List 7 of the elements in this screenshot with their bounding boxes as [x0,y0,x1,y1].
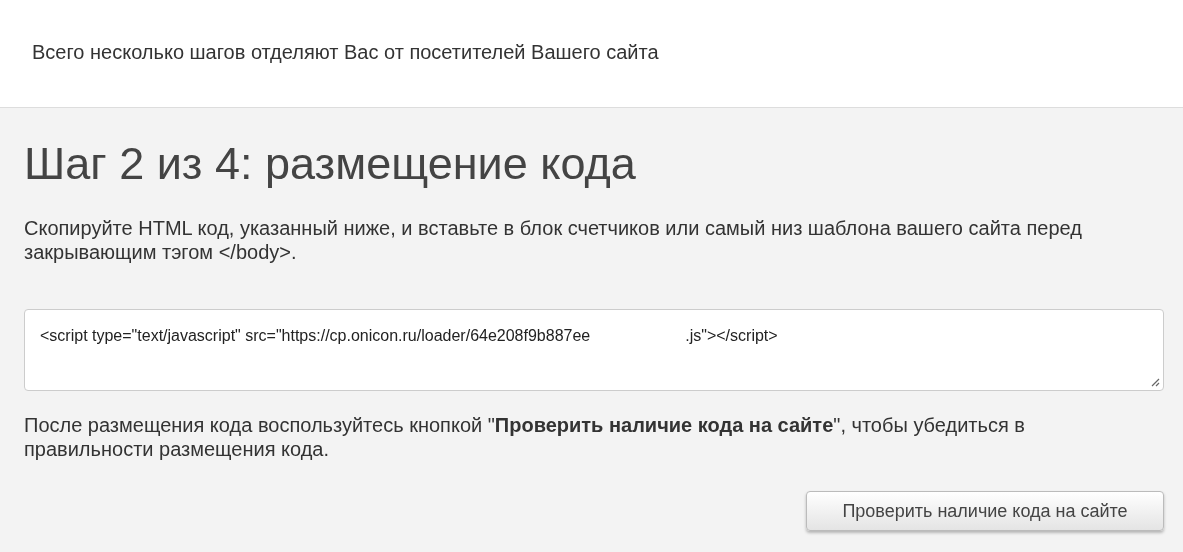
note-text: После размещения кода воспользуйтесь кнопкой "Проверить наличие кода на сайте", чтобы убедиться в правильности размещения кода. [24,413,1026,461]
code-field[interactable]: <script type="text/javascript" src="https://cp.onicon.ru/loader/64e208f9b887ee .js"></script> [24,309,1164,391]
instruction-text: Скопируйте HTML код, указанный ниже, и вставьте в блок счетчиков или самый низ шаблона вашего сайта перед закрывающим тэгом </body>. [24,216,1083,264]
check-code-button[interactable]: Проверить наличие кода на сайте [806,491,1164,531]
header-text: Всего несколько шагов отделяют Вас от посетителей Вашего сайта [32,41,659,64]
step-title: Шаг 2 из 4: размещение кода [24,138,637,190]
resize-handle-icon[interactable] [1150,377,1160,387]
